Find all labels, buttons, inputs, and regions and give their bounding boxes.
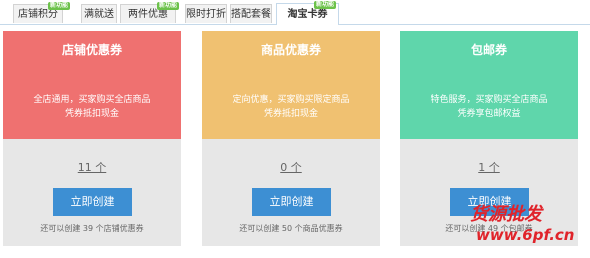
shop-coupon-card: 店铺优惠券 全店通用，买家购买全店商品 凭券抵扣现金 11 个 立即创建 还可以… [3,31,181,246]
remaining-hint: 还可以创建 39 个店铺优惠券 [40,224,144,233]
create-shop-coupon-button[interactable]: 立即创建 [53,188,132,216]
watermark-line: www.6pf.cn [476,226,575,244]
site-watermark: 货源批发 www.6pf.cn [470,200,588,254]
coupon-count-link[interactable]: 0 个 [202,159,380,175]
tab-label: 淘宝卡券 [287,9,328,20]
tab-bundle-package[interactable]: 搭配套餐 [230,4,272,23]
tab-label: 两件优惠 [128,9,168,20]
card-description-line: 凭券享包邮权益 [457,109,521,119]
tab-bar: 店铺积分 新功能 满就送 两件优惠 新功能 限时打折 搭配套餐 淘宝卡券 新功能 [0,0,590,25]
card-title: 店铺优惠券 [61,43,122,57]
tab-shop-points[interactable]: 店铺积分 新功能 [13,2,70,23]
tab-label: 搭配套餐 [231,9,271,20]
new-badge: 新功能 [156,2,179,10]
card-description-line: 定向优惠，买家购买限定商品 [232,95,350,105]
tab-label: 限时打折 [186,9,226,20]
new-badge: 新功能 [313,1,336,9]
tab-spend-and-get[interactable]: 满就送 [81,4,117,23]
card-description-line: 凭券抵扣现金 [263,109,318,119]
tab-label: 店铺积分 [18,9,58,20]
card-description-line: 特色服务，买家购买全店商品 [430,95,548,105]
coupon-count-link[interactable]: 1 个 [400,159,578,175]
card-description: 定向优惠，买家购买限定商品 凭券抵扣现金 [202,93,380,121]
tab-two-item-discount[interactable]: 两件优惠 新功能 [120,2,179,23]
create-product-coupon-button[interactable]: 立即创建 [252,188,331,216]
card-description: 全店通用，买家购买全店商品 凭券抵扣现金 [3,93,181,121]
coupon-count-link[interactable]: 11 个 [3,159,181,175]
remaining-hint: 还可以创建 50 个商品优惠券 [239,224,343,233]
new-badge: 新功能 [47,2,70,10]
card-description-line: 凭券抵扣现金 [64,109,119,119]
product-coupon-card: 商品优惠券 定向优惠，买家购买限定商品 凭券抵扣现金 0 个 立即创建 还可以创… [202,31,380,246]
card-title: 商品优惠券 [260,43,321,57]
watermark-line: 货源批发 [470,204,542,225]
card-description-line: 全店通用，买家购买全店商品 [33,95,151,105]
card-title: 包邮券 [470,43,507,57]
card-description: 特色服务，买家购买全店商品 凭券享包邮权益 [400,93,578,121]
tab-limited-time-discount[interactable]: 限时打折 [185,4,227,23]
tab-taobao-coupons[interactable]: 淘宝卡券 新功能 [276,1,339,25]
tab-label: 满就送 [84,9,114,20]
